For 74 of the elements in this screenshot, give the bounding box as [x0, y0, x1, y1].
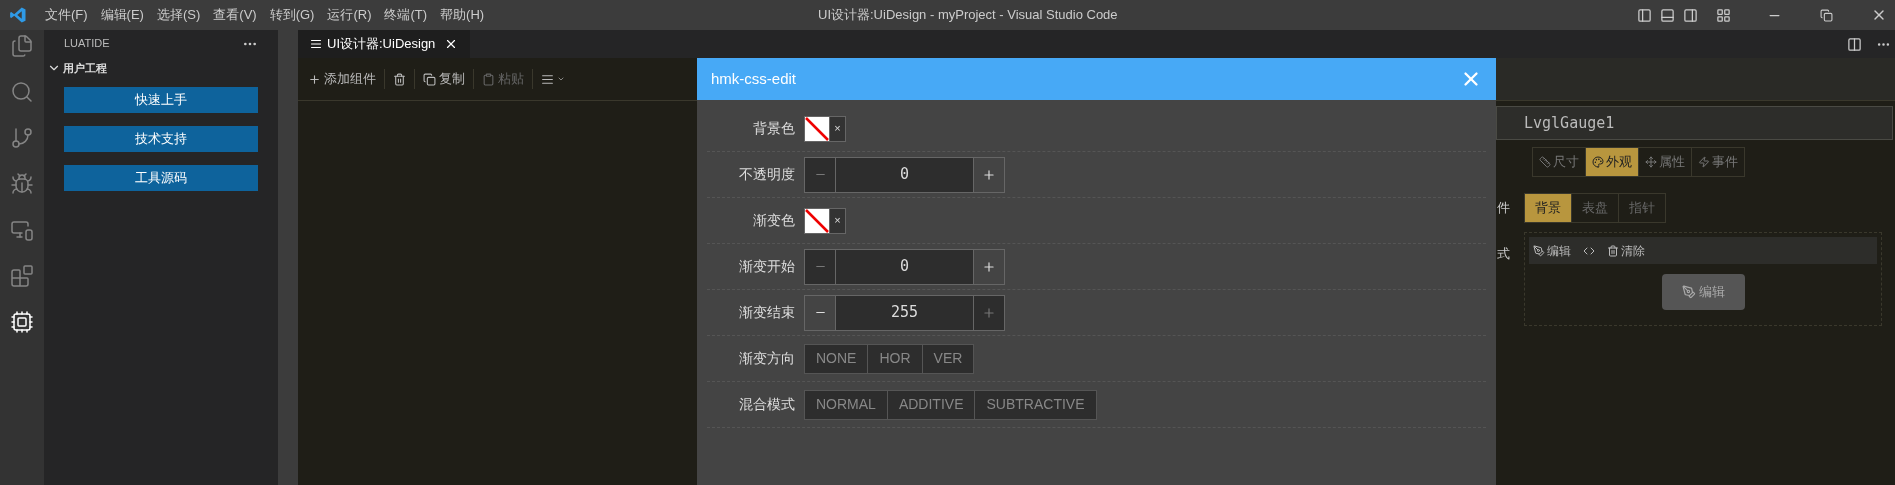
- restore-icon[interactable]: [1820, 8, 1833, 22]
- window-title: UI设计器:UiDesign - myProject - Visual Studio Code: [818, 6, 1118, 25]
- search-icon[interactable]: [10, 80, 34, 104]
- field-label: 渐变方向: [738, 349, 796, 368]
- clipboard-icon: [482, 72, 495, 86]
- sidebar-button[interactable]: 技术支持: [64, 126, 258, 152]
- list-icon: [541, 72, 554, 86]
- menu-item[interactable]: 文件(F): [45, 5, 88, 25]
- field-label: 渐变色: [752, 211, 796, 230]
- pen-icon: [1681, 285, 1696, 299]
- blocks-icon[interactable]: [10, 264, 34, 288]
- panel-tab[interactable]: 事件: [1691, 148, 1744, 176]
- app-logo-icon: [9, 6, 27, 24]
- clear-color-button[interactable]: ×: [830, 115, 846, 142]
- menu-item[interactable]: 运行(R): [327, 5, 372, 25]
- section-header[interactable]: 用户工程: [44, 57, 278, 79]
- editor-tab[interactable]: UI设计器:UiDesign: [298, 30, 471, 58]
- plus-icon: [308, 72, 321, 86]
- field-label: 背景色: [752, 119, 796, 138]
- sidebar-button[interactable]: 工具源码: [64, 165, 258, 191]
- field-label: 件: [1496, 199, 1511, 218]
- sidebar-title: LUATIDE: [64, 36, 110, 52]
- ruler-icon: [1539, 156, 1551, 168]
- toolbar-button[interactable]: [391, 72, 408, 86]
- menu-item[interactable]: 转到(G): [269, 5, 315, 25]
- panel-right-icon[interactable]: [1683, 7, 1698, 23]
- no-color-icon: [805, 116, 829, 141]
- no-color-icon: [805, 208, 829, 233]
- toolbar-button[interactable]: 添加组件: [306, 69, 378, 89]
- clear-color-button[interactable]: ×: [830, 207, 846, 234]
- trash-icon: [1607, 244, 1619, 257]
- panel-tab[interactable]: 属性: [1638, 148, 1691, 176]
- chip-icon[interactable]: [10, 310, 34, 334]
- menu-item[interactable]: 选择(S): [156, 5, 201, 25]
- bug-icon[interactable]: [10, 172, 34, 196]
- name-field[interactable]: LvglGauge1: [1496, 106, 1893, 140]
- palette-icon: [1592, 156, 1604, 168]
- field-label: 式: [1496, 245, 1511, 263]
- color-swatch[interactable]: [804, 207, 830, 234]
- field-label: 混合模式: [738, 395, 796, 414]
- panel-tab[interactable]: 外观: [1585, 148, 1638, 176]
- field-label: 渐变结束: [738, 303, 796, 322]
- branch-icon[interactable]: [10, 126, 34, 150]
- segment-option[interactable]: NONE: [805, 344, 868, 373]
- menu-item[interactable]: 查看(V): [213, 5, 257, 25]
- panel-left-icon[interactable]: [1637, 7, 1652, 23]
- segment-option[interactable]: SUBTRACTIVE: [974, 390, 1096, 419]
- segment-option[interactable]: NORMAL: [805, 390, 887, 419]
- split-editor-icon[interactable]: [1847, 36, 1862, 52]
- toolbar-button[interactable]: 复制: [421, 69, 467, 89]
- style-action-button[interactable]: 编辑: [1533, 241, 1571, 260]
- segment-option[interactable]: VER: [921, 344, 974, 373]
- trash-icon: [393, 72, 406, 86]
- menu-item[interactable]: 终端(T): [384, 5, 428, 25]
- monitor-icon[interactable]: [10, 218, 34, 242]
- segment-option[interactable]: ADDITIVE: [886, 390, 975, 419]
- panel-bottom-icon[interactable]: [1660, 7, 1675, 23]
- part-tab[interactable]: 背景: [1525, 194, 1571, 222]
- menu-item[interactable]: 编辑(E): [100, 5, 144, 25]
- caret-icon: [557, 75, 565, 83]
- segment-option[interactable]: HOR: [867, 344, 922, 373]
- pen-icon: [1533, 244, 1545, 257]
- dialog-title: hmk-css-edit: [711, 68, 796, 89]
- field-label: 渐变开始: [738, 257, 796, 276]
- menu-item[interactable]: 帮助(H): [440, 5, 485, 25]
- style-action-button[interactable]: 清除: [1607, 241, 1645, 260]
- panel-tab[interactable]: 尺寸: [1533, 148, 1585, 176]
- layout-icon[interactable]: [1716, 7, 1731, 23]
- color-swatch[interactable]: [804, 115, 830, 142]
- copy-icon: [423, 72, 436, 86]
- field-label: 不透明度: [738, 165, 796, 184]
- sidebar-button[interactable]: 快速上手: [64, 87, 258, 113]
- arrows-icon: [1645, 156, 1657, 168]
- files-icon[interactable]: [10, 34, 34, 58]
